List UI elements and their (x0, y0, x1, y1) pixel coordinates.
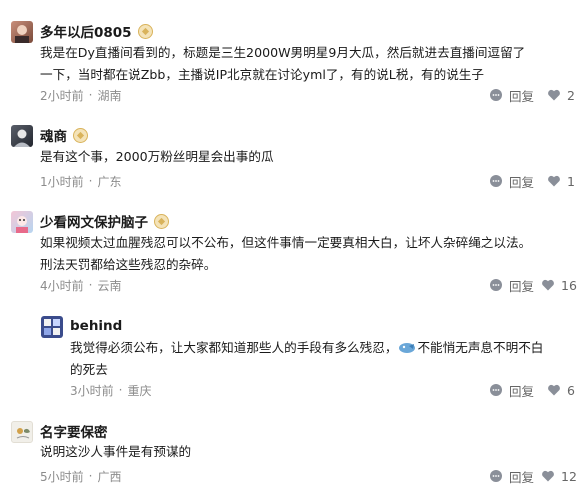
level-badge-icon (73, 127, 88, 143)
reply-button[interactable]: 回复 (489, 171, 534, 191)
like-button[interactable]: 2 (547, 85, 575, 105)
reply-button[interactable]: 回复 (489, 85, 534, 105)
username[interactable]: 魂商 (40, 125, 67, 145)
level-badge-icon (137, 23, 153, 39)
avatar[interactable] (11, 125, 33, 147)
avatar[interactable] (11, 21, 33, 43)
reply-button[interactable]: 回复 (489, 466, 534, 486)
heart-icon (548, 175, 560, 187)
comment-text-line: 刑法天罚都给这些残忍的杂碎。 (40, 257, 217, 272)
reply-icon (490, 384, 502, 396)
comment-text-line: 我是在Dy直播间看到的，标题是三生2000W男明星9月大瓜，然后就进去直播间逗留… (40, 45, 526, 60)
like-button[interactable]: 16 (541, 275, 577, 295)
heart-icon (548, 89, 560, 101)
like-count: 2 (567, 87, 575, 103)
heart-icon (548, 384, 560, 396)
reply-label: 回复 (509, 383, 535, 399)
reply-icon (490, 470, 502, 482)
reply-icon (490, 279, 502, 291)
username[interactable]: 少看网文保护脑子 (40, 211, 148, 231)
comment-text-line: 一下，当时都在说Zbb，主播说IP北京就在讨论yml了，有的说L税，有的说生子 (40, 67, 484, 82)
separator-dot: · (88, 278, 93, 292)
username[interactable]: behind (70, 318, 122, 334)
timestamp: 1小时前 (40, 174, 84, 189)
reply-button[interactable]: 回复 (489, 275, 534, 295)
timestamp: 4小时前 (40, 278, 84, 293)
like-button[interactable]: 1 (547, 171, 575, 191)
location: 广西 (97, 469, 122, 484)
timestamp: 5小时前 (40, 469, 84, 484)
like-count: 12 (561, 468, 577, 484)
emoji-icon (399, 343, 416, 353)
comment-text-line: 如果视频太过血腥残忍可以不公布，但这件事情一定要真相大白，让坏人杂碎绳之以法。 (40, 235, 532, 250)
separator-dot: · (88, 174, 93, 188)
avatar[interactable] (41, 316, 63, 338)
location: 广东 (97, 174, 122, 189)
location: 云南 (97, 278, 122, 293)
comment-text-line: 的死去 (70, 362, 108, 377)
reply-label: 回复 (509, 174, 535, 190)
like-count: 1 (567, 173, 575, 189)
timestamp: 3小时前 (70, 383, 114, 398)
location: 重庆 (127, 383, 152, 398)
username[interactable]: 名字要保密 (40, 421, 108, 441)
avatar[interactable] (11, 211, 33, 233)
reply-icon (490, 175, 502, 187)
reply-label: 回复 (509, 88, 535, 104)
timestamp: 2小时前 (40, 88, 84, 103)
heart-icon (542, 470, 554, 482)
separator-dot: · (88, 469, 93, 483)
like-button[interactable]: 12 (541, 466, 577, 486)
separator-dot: · (88, 88, 93, 102)
comment-text-line: 我觉得必须公布，让大家都知道那些人的手段有多么残忍， (70, 340, 398, 355)
avatar[interactable] (11, 421, 33, 443)
comment-text-line: 说明这沙人事件是有预谋的 (40, 444, 192, 459)
location: 湖南 (97, 88, 122, 103)
username[interactable]: 多年以后0805 (40, 21, 132, 41)
reply-icon (490, 89, 502, 101)
like-count: 16 (561, 277, 577, 293)
heart-icon (542, 279, 554, 291)
reply-button[interactable]: 回复 (489, 380, 534, 400)
comment-text-line: 不能悄无声息不明不白 (417, 340, 544, 355)
like-count: 6 (567, 382, 575, 398)
reply-label: 回复 (509, 278, 535, 294)
comment-text-line: 是有这个事，2000万粉丝明星会出事的瓜 (40, 149, 274, 164)
reply-label: 回复 (509, 469, 535, 485)
level-badge-icon (154, 213, 169, 229)
separator-dot: · (118, 383, 123, 397)
like-button[interactable]: 6 (547, 380, 575, 400)
